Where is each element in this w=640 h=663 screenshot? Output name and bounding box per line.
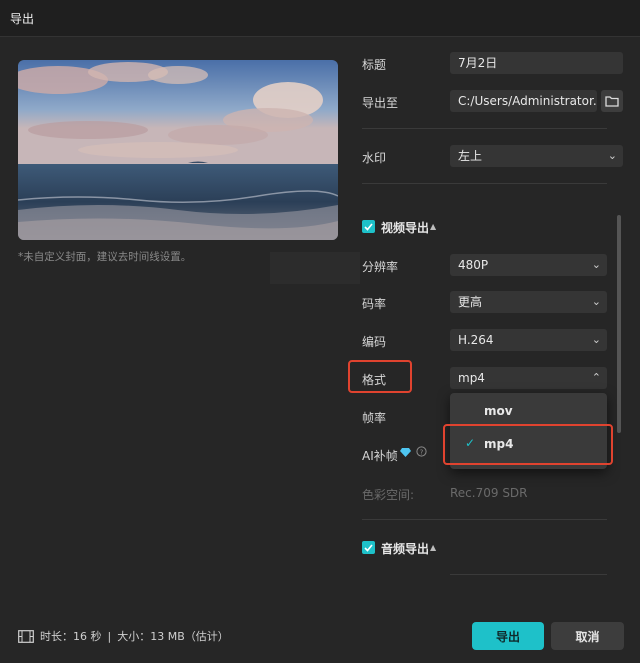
checkbox-checked-icon [364, 543, 373, 552]
video-export-section-label: 视频导出 [381, 221, 430, 235]
export-path-input[interactable]: C:/Users/Administrator... [450, 90, 597, 112]
cover-hint-text: *未自定义封面，建议去时间线设置。 [18, 251, 192, 263]
codec-value: H.264 [458, 333, 494, 347]
codec-select[interactable]: H.264 ⌄ [450, 329, 607, 351]
watermark-label: 水印 [362, 151, 387, 165]
title-bar: 导出 [0, 0, 640, 37]
divider [450, 574, 607, 575]
video-export-checkbox[interactable] [362, 220, 375, 233]
size-label: 大小： [117, 630, 151, 643]
cover-preview-image[interactable] [18, 60, 338, 240]
ghost-overlay [270, 252, 360, 284]
diamond-icon [400, 448, 411, 457]
format-option-label: mov [484, 404, 513, 418]
export-info: 时长：16 秒 | 大小：13 MB（估计） [18, 628, 229, 644]
title-label: 标题 [362, 58, 387, 72]
title-input[interactable]: 7月2日 [450, 52, 623, 74]
divider [362, 519, 607, 520]
framerate-label: 帧率 [362, 411, 387, 425]
checkbox-checked-icon [364, 222, 373, 231]
color-space-value: Rec.709 SDR [450, 486, 528, 500]
ai-frame-label: AI补帧 [362, 449, 398, 463]
divider [362, 128, 607, 129]
chevron-up-icon: ⌃ [591, 371, 601, 384]
chevron-down-icon: ⌄ [607, 149, 617, 162]
resolution-label: 分辨率 [362, 260, 399, 274]
svg-text:?: ? [420, 448, 424, 456]
duration-label: 时长： [40, 630, 73, 643]
cancel-button[interactable]: 取消 [551, 622, 624, 650]
seascape-image [18, 60, 338, 240]
format-label-highlight [348, 360, 412, 393]
info-divider: | [107, 629, 112, 643]
window-title: 导出 [10, 12, 35, 26]
color-space-label: 色彩空间: [362, 488, 415, 502]
chevron-up-icon[interactable]: ▲ [430, 543, 436, 552]
bitrate-value: 更高 [458, 295, 483, 309]
info-icon[interactable]: ? [416, 446, 427, 457]
chevron-down-icon: ⌄ [591, 295, 601, 308]
size-value: 13 MB（估计） [150, 630, 229, 643]
format-value: mp4 [458, 371, 485, 385]
mp4-option-highlight [443, 424, 613, 465]
watermark-value: 左上 [458, 149, 483, 163]
divider [362, 183, 607, 184]
audio-export-section-label: 音频导出 [381, 542, 430, 556]
export-button[interactable]: 导出 [472, 622, 544, 650]
duration-value: 16 秒 [73, 630, 102, 643]
export-to-label: 导出至 [362, 96, 399, 110]
format-option-mov[interactable]: mov [450, 397, 607, 427]
scrollbar[interactable] [617, 215, 621, 433]
chevron-down-icon: ⌄ [591, 258, 601, 271]
format-select[interactable]: mp4 ⌃ [450, 367, 607, 389]
codec-label: 编码 [362, 335, 387, 349]
audio-export-checkbox[interactable] [362, 541, 375, 554]
film-icon [18, 629, 34, 643]
bitrate-select[interactable]: 更高 ⌄ [450, 291, 607, 313]
watermark-select[interactable]: 左上 ⌄ [450, 145, 623, 167]
folder-icon [605, 96, 619, 107]
chevron-up-icon[interactable]: ▲ [430, 222, 436, 231]
bitrate-label: 码率 [362, 297, 387, 311]
resolution-select[interactable]: 480P ⌄ [450, 254, 607, 276]
resolution-value: 480P [458, 258, 489, 272]
browse-folder-button[interactable] [601, 90, 623, 112]
chevron-down-icon: ⌄ [591, 333, 601, 346]
